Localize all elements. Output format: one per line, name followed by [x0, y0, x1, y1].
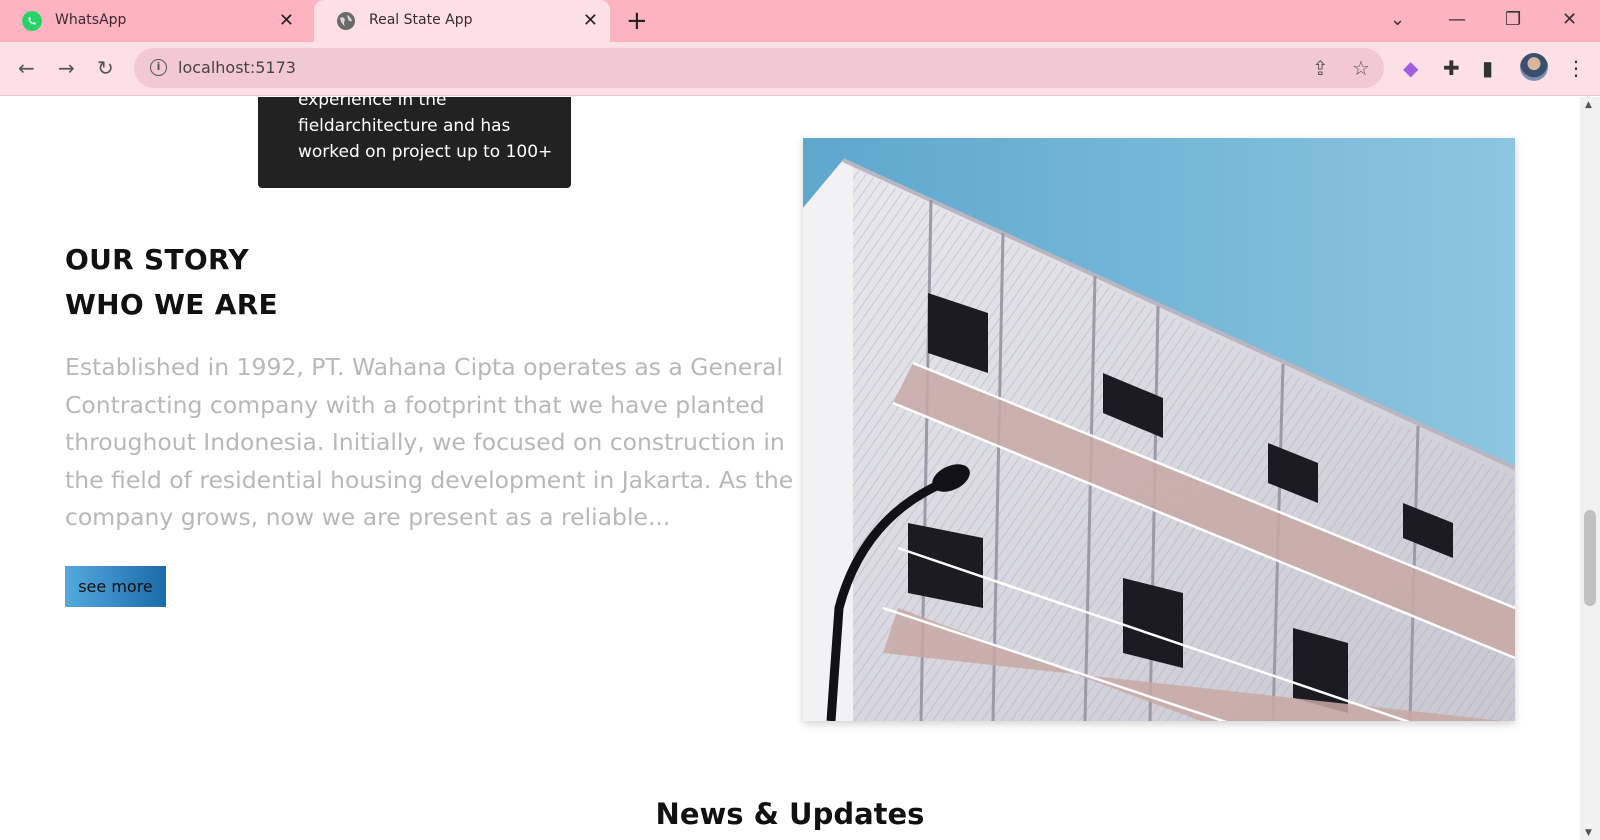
browser-tab-bar: WhatsApp ✕ Real State App ✕ + ⌄ — ❐ ✕ — [0, 0, 1600, 42]
whatsapp-icon — [22, 11, 42, 31]
globe-icon — [337, 12, 355, 30]
section-title: WHO WE ARE — [65, 288, 278, 321]
tab-real-state-app[interactable]: Real State App ✕ — [314, 0, 610, 42]
tab-close-icon[interactable]: ✕ — [279, 11, 294, 31]
profile-avatar[interactable] — [1520, 53, 1548, 81]
scroll-down-arrow-icon[interactable]: ▼ — [1585, 828, 1592, 838]
extensions-puzzle-icon[interactable]: ✚ — [1443, 56, 1460, 80]
browser-toolbar: ← → ↻ i localhost:5173 ⇪ ☆ ◆ ✚ ▮ ⋮ — [0, 42, 1600, 96]
new-tab-plus-icon[interactable]: + — [626, 8, 648, 34]
side-panel-icon[interactable]: ▮ — [1482, 56, 1493, 80]
reload-icon[interactable]: ↻ — [97, 56, 114, 80]
scroll-up-arrow-icon[interactable]: ▲ — [1585, 100, 1592, 110]
tab-title: WhatsApp — [55, 12, 127, 28]
building-photo — [803, 138, 1515, 721]
page-viewport: experience in the fieldarchitecture and … — [0, 97, 1580, 840]
tab-search-chevron-icon[interactable]: ⌄ — [1390, 8, 1405, 32]
url-text[interactable]: localhost:5173 — [178, 58, 296, 77]
page-scrollbar[interactable] — [1580, 97, 1600, 840]
window-close-icon[interactable]: ✕ — [1562, 8, 1577, 32]
see-more-button[interactable]: see more — [65, 566, 166, 607]
scrollbar-thumb[interactable] — [1584, 510, 1596, 606]
section-label: OUR STORY — [65, 243, 249, 276]
back-arrow-icon[interactable]: ← — [18, 56, 35, 80]
menu-kebab-icon[interactable]: ⋮ — [1566, 56, 1586, 80]
team-card-text: experience in the fieldarchitecture and … — [298, 97, 553, 162]
address-bar[interactable]: i localhost:5173 ⇪ ☆ — [134, 48, 1384, 88]
minimize-icon[interactable]: — — [1448, 8, 1466, 32]
tab-title: Real State App — [369, 12, 473, 28]
forward-arrow-icon[interactable]: → — [58, 56, 75, 80]
story-description: Established in 1992, PT. Wahana Cipta op… — [65, 353, 794, 531]
tab-whatsapp[interactable]: WhatsApp ✕ — [0, 0, 306, 42]
news-heading: News & Updates — [655, 797, 925, 831]
team-member-card: experience in the fieldarchitecture and … — [258, 97, 571, 188]
share-icon[interactable]: ⇪ — [1312, 56, 1329, 80]
tab-close-icon[interactable]: ✕ — [583, 11, 598, 31]
bookmark-star-icon[interactable]: ☆ — [1352, 56, 1370, 80]
site-info-icon[interactable]: i — [150, 59, 167, 76]
restore-icon[interactable]: ❐ — [1505, 8, 1521, 32]
extension-copilot-icon[interactable]: ◆ — [1403, 56, 1418, 80]
